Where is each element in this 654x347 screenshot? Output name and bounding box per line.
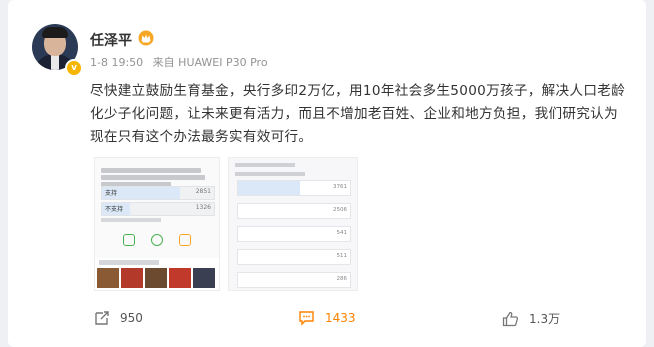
- poll-option: 支持 2851: [101, 186, 215, 200]
- poll-option: 286: [237, 272, 351, 288]
- share-icon: [179, 234, 191, 246]
- poll-option-value: 511: [336, 253, 348, 259]
- post-text: 尽快建立鼓励生育基金，央行多印2万亿，用10年社会多生5000万孩子，解决人口老…: [90, 83, 626, 145]
- news-strip: [95, 258, 219, 290]
- repost-count: 950: [120, 311, 143, 325]
- wechat-icon: [123, 234, 135, 246]
- poll-option-value: 1326: [195, 204, 211, 211]
- poll-option: 511: [237, 249, 351, 265]
- poll-option-label: 不支持: [105, 206, 124, 213]
- action-bar: 950 1433 1.3万: [8, 300, 646, 340]
- comment-icon: [299, 311, 314, 326]
- poll-option-value: 3761: [333, 184, 347, 190]
- repost-icon: [95, 311, 109, 325]
- like-icon: [502, 311, 519, 326]
- poll-option-value: 2506: [333, 207, 347, 213]
- repost-button[interactable]: 950: [94, 310, 143, 326]
- moments-icon: [151, 234, 163, 246]
- post-image-poll-right[interactable]: 3761 2506 541 511 286: [228, 157, 358, 291]
- weibo-post-card: v 任泽平 1-8 19:50 来自 HUAWEI P30 Pro 尽快建立鼓励…: [8, 0, 646, 347]
- poll-option-value: 541: [336, 230, 348, 236]
- comment-count: 1433: [325, 311, 356, 325]
- post-source: 来自 HUAWEI P30 Pro: [152, 56, 268, 69]
- comment-button[interactable]: 1433: [298, 310, 356, 326]
- poll-option-value: 2851: [195, 188, 211, 195]
- crown-badge-icon[interactable]: [138, 30, 154, 46]
- post-image-poll-left[interactable]: 支持 2851 不支持 1326: [94, 157, 220, 291]
- poll-option: 541: [237, 226, 351, 242]
- post-meta: 1-8 19:50 来自 HUAWEI P30 Pro: [90, 54, 274, 70]
- username[interactable]: 任泽平: [90, 30, 132, 50]
- like-button[interactable]: 1.3万: [502, 310, 560, 327]
- poll-option-value: 286: [336, 276, 348, 282]
- post-time[interactable]: 1-8 19:50: [90, 56, 143, 69]
- poll-option: 2506: [237, 203, 351, 219]
- poll-option: 3761: [237, 180, 351, 196]
- like-count: 1.3万: [529, 312, 561, 326]
- poll-option-label: 支持: [105, 190, 118, 197]
- verified-icon: v: [65, 59, 83, 77]
- poll-option: 不支持 1326: [101, 202, 215, 216]
